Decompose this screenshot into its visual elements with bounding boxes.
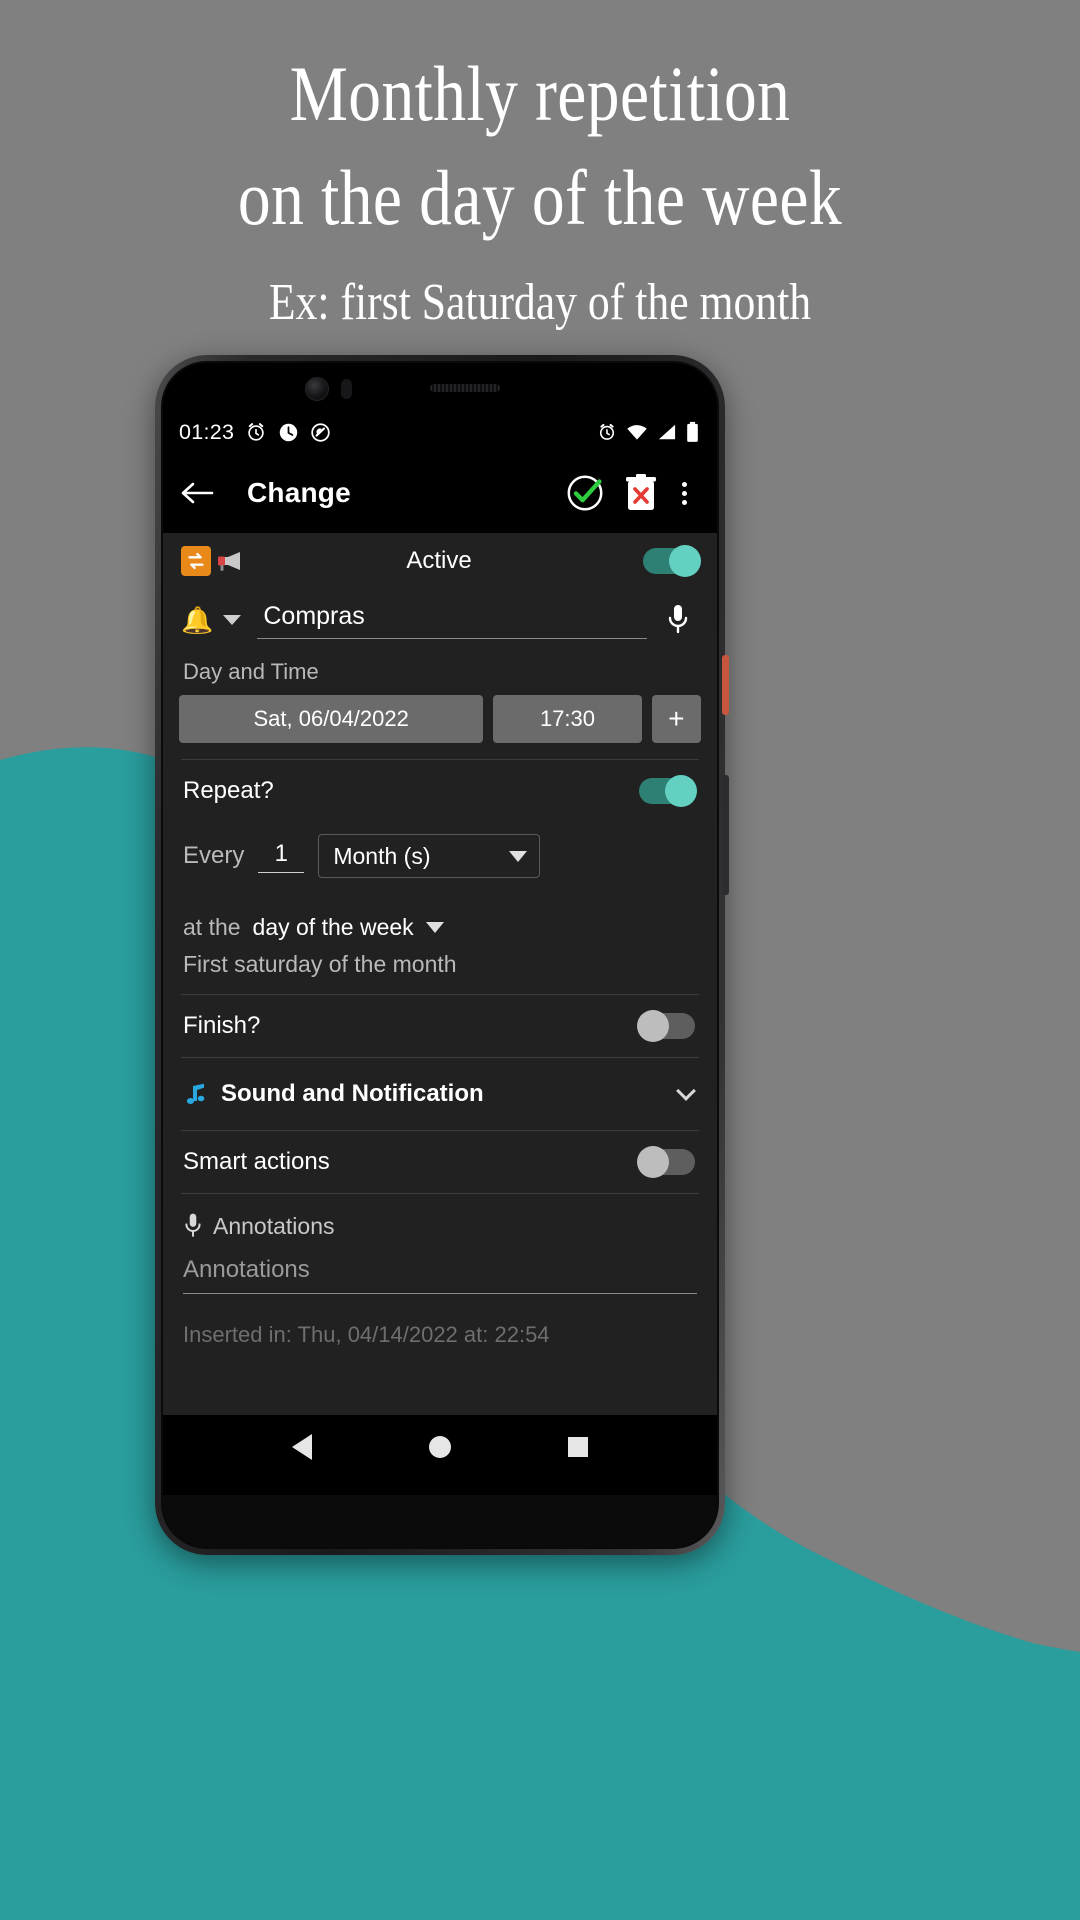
chevron-down-icon[interactable] [223, 615, 242, 625]
earpiece-speaker-icon [430, 384, 500, 392]
cellular-signal-icon [658, 424, 676, 440]
chevron-down-icon[interactable] [676, 1081, 696, 1101]
day-and-time-label: Day and Time [183, 659, 319, 684]
status-bar: 01:23 [163, 411, 717, 453]
every-row: Every 1 Month (s) [177, 822, 703, 884]
check-circle-icon [567, 475, 603, 511]
date-time-chips: Sat, 06/04/2022 17:30 + [177, 695, 703, 759]
active-label: Active [406, 547, 472, 574]
screen-bottom-fill [163, 1479, 717, 1495]
app-toolbar: Change [163, 453, 717, 533]
every-label: Every [183, 842, 245, 869]
annotations-input[interactable]: Annotations [183, 1256, 697, 1294]
microphone-icon [185, 1213, 201, 1237]
phone-sensor-strip [163, 363, 717, 411]
sound-left-group: Sound and Notification [183, 1080, 484, 1108]
proximity-sensor-icon [341, 379, 352, 399]
annotations-header-row: Annotations [177, 1194, 703, 1246]
headline-line-1: Monthly repetition [289, 50, 791, 137]
delete-button[interactable] [613, 473, 669, 513]
front-camera-icon [305, 377, 329, 401]
page-title: Change [247, 477, 351, 508]
phone-device-frame: 01:23 Change Active 🔔 Compras Day and Ti… [155, 355, 729, 1555]
nav-back-triangle-icon[interactable] [291, 1434, 312, 1460]
at-the-value[interactable]: day of the week [253, 914, 414, 941]
active-row: Active [177, 533, 703, 589]
volume-button[interactable] [722, 775, 729, 895]
repeat-toggle[interactable] [639, 775, 697, 807]
status-bar-left: 01:23 [179, 420, 331, 445]
overflow-menu-icon [681, 499, 687, 505]
finish-row: Finish? [177, 995, 703, 1057]
repeat-label: Repeat? [183, 777, 274, 804]
at-the-label: at the [183, 914, 241, 940]
arrow-left-icon [181, 482, 214, 504]
phone-screen-bezel: 01:23 Change Active 🔔 Compras Day and Ti… [161, 361, 719, 1549]
nav-home-circle-icon[interactable] [428, 1436, 451, 1458]
overflow-menu-icon [681, 490, 687, 496]
every-value-input[interactable]: 1 [258, 840, 305, 873]
sound-notification-label: Sound and Notification [221, 1080, 484, 1107]
microphone-icon [668, 605, 688, 634]
reminder-form: Active 🔔 Compras Day and Time Sat, 06/04… [163, 533, 717, 1415]
repeat-arrows-icon [188, 552, 204, 570]
alarm-icon [248, 423, 265, 441]
date-chip[interactable]: Sat, 06/04/2022 [179, 695, 484, 743]
chevron-down-icon [509, 850, 528, 862]
finish-label: Finish? [183, 1012, 261, 1039]
megaphone-icon [218, 552, 240, 571]
do-not-disturb-icon [311, 422, 330, 442]
music-note-icon [186, 1083, 205, 1104]
status-bar-right [597, 421, 699, 443]
nav-recents-square-icon[interactable] [568, 1437, 589, 1457]
overflow-menu-button[interactable] [669, 481, 699, 505]
android-navigation-bar [163, 1415, 717, 1479]
type-icons [181, 546, 245, 576]
sound-notification-row[interactable]: Sound and Notification [177, 1058, 703, 1130]
overflow-menu-icon [681, 481, 687, 487]
delete-trash-icon [626, 474, 656, 510]
repeat-unit-select[interactable]: Month (s) [318, 834, 541, 878]
status-bar-clock: 01:23 [179, 419, 235, 444]
app-screen: 01:23 Change Active 🔔 Compras Day and Ti… [163, 411, 717, 1495]
back-button[interactable] [181, 479, 229, 507]
time-chip[interactable]: 17:30 [493, 695, 642, 743]
annotations-header-label: Annotations [213, 1212, 335, 1239]
alarm-icon [599, 423, 615, 440]
voice-input-button[interactable] [657, 603, 699, 637]
battery-icon [687, 421, 698, 442]
smart-actions-toggle[interactable] [637, 1146, 695, 1178]
smart-actions-label: Smart actions [183, 1148, 330, 1175]
chevron-down-icon[interactable] [425, 922, 444, 933]
power-button[interactable] [722, 655, 729, 715]
poster-heading-block: Monthly repetition on the day of the wee… [0, 42, 1080, 338]
active-toggle[interactable] [643, 545, 701, 577]
reminder-title-input[interactable]: Compras [257, 602, 647, 639]
at-the-description: First saturday of the month [183, 951, 457, 977]
save-button[interactable] [557, 472, 613, 514]
finish-toggle[interactable] [637, 1010, 695, 1042]
repeat-row: Repeat? [177, 760, 703, 822]
add-time-button[interactable]: + [651, 695, 701, 743]
title-row: 🔔 Compras [177, 589, 703, 651]
clock-icon [280, 423, 298, 441]
headline-line-2: on the day of the week [237, 154, 843, 241]
repeat-unit-value: Month (s) [333, 842, 431, 869]
smart-actions-row: Smart actions [177, 1131, 703, 1193]
at-the-row: at the day of the week [177, 884, 703, 943]
wifi-icon [627, 425, 647, 440]
poster-subtitle: Ex: first Saturday of the month [268, 274, 812, 331]
inserted-timestamp: Inserted in: Thu, 04/14/2022 at: 22:54 [183, 1322, 550, 1347]
bell-icon: 🔔 [181, 604, 214, 635]
repeat-icon [181, 546, 211, 576]
